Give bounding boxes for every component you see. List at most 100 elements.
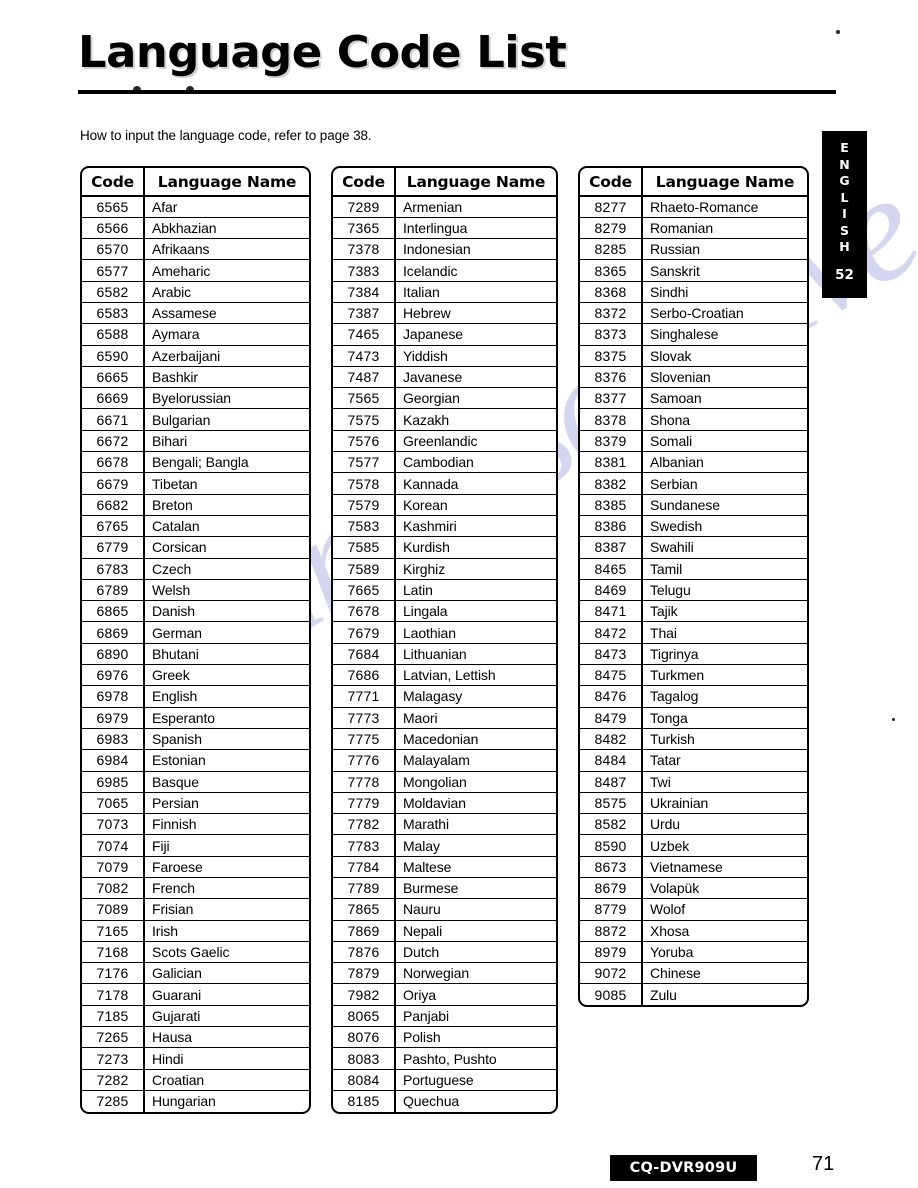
cell-code: 7589 [333,558,396,580]
cell-language-name: Tatar [642,749,807,772]
cell-language-name: Czech [144,558,309,580]
cell-code: 6669 [82,387,145,410]
cell-language-name: Hungarian [152,1093,216,1110]
table-row: 6582 Arabic [82,281,309,303]
cell-code: 8479 [580,707,643,729]
cell-code: 8386 [580,515,643,538]
table-row: 7576 Greenlandic [333,430,556,453]
cell-code: 6869 [82,621,145,644]
table-row: 7065 Persian [82,792,309,815]
cell-code: 7565 [333,387,396,410]
table-row: 7782 Marathi [333,813,556,836]
cell-language-name: Singhalese [642,323,807,346]
cell-code: 7383 [333,259,396,282]
column-header-code: Code [333,168,396,197]
table-row: 8484 Tatar [580,749,807,772]
cell-language-name: Malay [395,834,556,857]
cell-language-name: Sundanese [642,494,807,516]
table-row: 7282 Croatian [82,1069,309,1091]
language-table: Code Language Name 8277 Rhaeto-Romance 827… [580,168,807,1006]
cell-code: 8285 [580,238,643,261]
cell-code: 7082 [82,877,145,900]
cell-language-name: Slovenian [642,366,807,389]
table-row: 8365 Sanskrit [580,259,807,282]
table-row: 8382 Serbian [580,472,807,495]
table-head: Code Language Name [333,168,556,197]
table-row: 6783 Czech [82,558,309,580]
table-row: 8673 Vietnamese [580,856,807,879]
cell-language-name: Corsican [144,536,309,559]
cell-language-name: Lithuanian [395,643,556,666]
cell-language-name: German [144,621,309,644]
cell-code: 7775 [333,728,396,751]
table-body: 7289 Armenian 7365 Interlingua 7378 Indonesia… [333,196,556,1112]
cell-language-name: Guarani [144,983,309,1006]
cell-language-name: Mongolian [395,771,556,793]
cell-language-name: Romanian [642,217,807,240]
cell-language-name: Laothian [395,621,556,644]
table-row: 8185 Quechua [333,1090,556,1112]
cell-code: 8472 [580,621,643,644]
cell-language-name: Nepali [395,920,556,942]
table-row: 8285 Russian [580,238,807,261]
table-row: 8471 Tajik [580,600,807,623]
cell-language-name: Rhaeto-Romance [642,196,807,218]
cell-code: 8473 [580,643,643,666]
cell-language-name: Italian [395,281,556,303]
cell-language-name: Urdu [642,813,807,836]
cell-language-name: Swahili [642,536,807,559]
cell-code: 8185 [333,1090,396,1112]
cell-code: 8487 [580,771,643,793]
intro-note: How to input the language code, refer to… [80,128,372,143]
cell-code: 7089 [82,898,145,921]
cell-language-name: Norwegian [395,962,556,985]
cell-language-name: Bulgarian [144,408,309,431]
cell-code: 6566 [82,217,145,240]
table-row: 7589 Kirghiz [333,558,556,580]
cell-code: 6779 [82,536,145,559]
table-row: 7879 Norwegian [333,962,556,985]
cell-language-name: Irish [144,920,309,942]
cell-language-name: Danish [144,600,309,623]
table-header-row: Code Language Name [580,168,807,197]
cell-language-name: Greenlandic [395,430,556,453]
cell-code: 8277 [580,196,643,218]
cell-code: 7178 [82,983,145,1006]
cell-language-name: Tamil [642,558,807,580]
cell-language-name: Welsh [144,579,309,602]
cell-code: 7679 [333,621,396,644]
table-row: 7089 Frisian [82,898,309,921]
table-row: 8465 Tamil [580,558,807,580]
cell-code: 8484 [580,749,643,772]
cell-code: 8365 [580,259,643,282]
table-row: 7577 Cambodian [333,451,556,474]
cell-language-name: Slovak [642,345,807,367]
table-row: 7686 Latvian, Lettish [333,664,556,687]
cell-language-name: Kurdish [395,536,556,559]
cell-code: 8387 [580,536,643,559]
cell-language-name: Ukrainian [642,792,807,815]
cell-language-name: Twi [642,771,807,793]
tab-letter: E [840,140,849,155]
tab-letter: N [839,156,850,172]
table-row: 8376 Slovenian [580,366,807,389]
column-header-language-name: Language Name [144,168,309,197]
cell-code: 8368 [580,281,643,303]
cell-code: 6565 [82,196,145,218]
cell-language-name: Bengali; Bangla [144,451,309,474]
table-row: 8277 Rhaeto-Romance [580,196,807,218]
table-row: 8375 Slovak [580,345,807,367]
cell-code: 8065 [333,1005,396,1028]
cell-language-name: Maori [395,707,556,729]
language-table: Code Language Name 6565 Afar 6566 Abkhazian… [82,168,309,1112]
cell-language-name: Polish [395,1026,556,1049]
page-number: 71 [812,1153,835,1175]
table-row: 7789 Burmese [333,877,556,900]
cell-code: 8381 [580,451,643,474]
document-page: manualsarchive Language Code List How to… [0,0,918,1188]
cell-language-name: Bihari [144,430,309,453]
table-row: 6679 Tibetan [82,472,309,495]
table-row: 7176 Galician [82,962,309,985]
column-header-language-name: Language Name [395,168,556,197]
table-row: 7575 Kazakh [333,408,556,431]
